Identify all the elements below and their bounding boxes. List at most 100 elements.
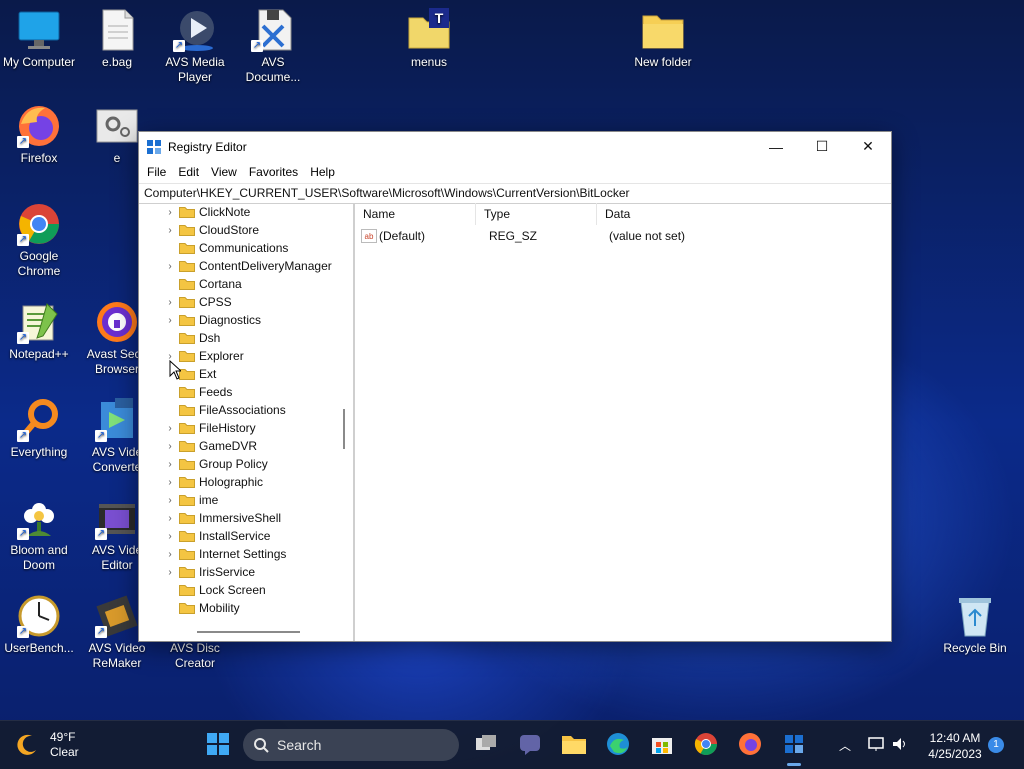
desktop-icon-userbench[interactable]: ↗ UserBench... <box>0 594 78 656</box>
desktop-icon-recycle-bin[interactable]: Recycle Bin <box>936 594 1014 656</box>
tree-item[interactable]: › Holographic <box>139 473 353 491</box>
folder-icon <box>179 584 195 596</box>
firefox-taskbar-button[interactable] <box>734 721 766 769</box>
avast-browser-icon <box>95 300 139 344</box>
tree-item[interactable]: › InstallService <box>139 527 353 545</box>
title-bar[interactable]: Registry Editor — ☐ ✕ <box>139 132 891 161</box>
taskbar-search[interactable]: Search <box>243 729 459 761</box>
desktop-icon-label: My Computer <box>2 55 76 69</box>
close-button[interactable]: ✕ <box>845 132 891 161</box>
tree-item[interactable]: › IrisService <box>139 563 353 581</box>
network-button[interactable] <box>866 721 886 769</box>
value-row[interactable]: ab (Default) REG_SZ (value not set) <box>355 225 891 247</box>
column-header-name[interactable]: Name <box>355 203 476 225</box>
desktop-icon-firefox[interactable]: ↗ Firefox <box>0 104 78 166</box>
start-button[interactable] <box>200 721 236 769</box>
chevron-right-icon[interactable]: › <box>163 441 177 452</box>
show-hidden-icons-button[interactable]: ︿ <box>836 721 854 769</box>
chevron-right-icon[interactable]: › <box>163 531 177 542</box>
desktop-icon-avs-media-player[interactable]: ↗ AVS Media Player <box>156 8 234 85</box>
folder-icon <box>179 440 195 452</box>
registry-editor-taskbar-button[interactable] <box>778 721 810 769</box>
address-bar[interactable]: Computer\HKEY_CURRENT_USER\Software\Micr… <box>139 183 891 204</box>
chevron-right-icon[interactable]: › <box>163 567 177 578</box>
volume-button[interactable] <box>890 721 910 769</box>
chevron-right-icon[interactable]: › <box>163 225 177 236</box>
weather-widget[interactable]: 49°F Clear <box>14 721 104 769</box>
desktop-icon-notepad-plus-plus[interactable]: ↗ Notepad++ <box>0 300 78 362</box>
tree-item[interactable]: › ContentDeliveryManager <box>139 257 353 275</box>
maximize-button[interactable]: ☐ <box>799 132 845 161</box>
chevron-right-icon[interactable]: › <box>163 549 177 560</box>
tree-item-label: Group Policy <box>199 457 268 471</box>
menu-bar: File Edit View Favorites Help <box>139 161 891 183</box>
menu-favorites[interactable]: Favorites <box>243 165 304 179</box>
desktop-icon-new-folder[interactable]: New folder <box>624 8 702 70</box>
tree-item[interactable]: › ClickNote <box>139 203 353 221</box>
registry-editor-window[interactable]: Registry Editor — ☐ ✕ File Edit View Fav… <box>138 131 892 642</box>
tree-item-label: InstallService <box>199 529 271 543</box>
chevron-right-icon[interactable]: › <box>163 459 177 470</box>
tree-item[interactable]: › CloudStore <box>139 221 353 239</box>
tree-item[interactable]: › Diagnostics <box>139 311 353 329</box>
edge-button[interactable] <box>602 721 634 769</box>
notification-badge[interactable]: 1 <box>988 721 1004 769</box>
desktop-icon-bloom-and-doom[interactable]: ↗ Bloom and Doom <box>0 496 78 573</box>
column-header-type[interactable]: Type <box>476 203 597 225</box>
tree-item[interactable]: Mobility <box>139 599 353 617</box>
tree-item[interactable]: › Group Policy <box>139 455 353 473</box>
tree-item[interactable]: › Internet Settings <box>139 545 353 563</box>
chevron-right-icon[interactable]: › <box>163 477 177 488</box>
chevron-right-icon[interactable]: › <box>163 423 177 434</box>
menu-file[interactable]: File <box>141 165 172 179</box>
tree-item[interactable]: Feeds <box>139 383 353 401</box>
svg-text:ab: ab <box>365 232 374 241</box>
tree-item[interactable]: › GameDVR <box>139 437 353 455</box>
values-list[interactable]: Name Type Data ab (Default) REG_SZ (valu… <box>354 203 891 641</box>
menu-view[interactable]: View <box>205 165 243 179</box>
desktop-icon-everything[interactable]: ↗ Everything <box>0 398 78 460</box>
chevron-right-icon[interactable]: › <box>163 207 177 218</box>
tree-horizontal-scrollbar[interactable] <box>197 631 300 633</box>
folder-icon <box>179 242 195 254</box>
tree-item[interactable]: Cortana <box>139 275 353 293</box>
menu-help[interactable]: Help <box>304 165 341 179</box>
stopwatch-icon: ↗ <box>17 594 61 638</box>
file-explorer-button[interactable] <box>558 721 590 769</box>
desktop-icon-menus[interactable]: T menus <box>390 8 468 70</box>
tree-item[interactable]: › ImmersiveShell <box>139 509 353 527</box>
minimize-button[interactable]: — <box>753 132 799 161</box>
desktop-icon-avs-document[interactable]: ↗ AVS Docume... <box>234 8 312 85</box>
task-view-button[interactable] <box>470 721 502 769</box>
key-tree[interactable]: › ClickNote › CloudStore Communications › Cont… <box>139 203 354 641</box>
chevron-right-icon[interactable]: › <box>163 495 177 506</box>
chevron-right-icon[interactable]: › <box>163 297 177 308</box>
tree-item[interactable]: FileAssociations <box>139 401 353 419</box>
column-header-data[interactable]: Data <box>597 203 885 225</box>
chevron-right-icon[interactable]: › <box>163 315 177 326</box>
teams-chat-button[interactable] <box>514 721 546 769</box>
menu-edit[interactable]: Edit <box>172 165 205 179</box>
desktop-icon-e-bag[interactable]: e.bag <box>78 8 156 70</box>
folder-icon <box>179 278 195 290</box>
tree-item[interactable]: Communications <box>139 239 353 257</box>
desktop-icon-google-chrome[interactable]: ↗ Google Chrome <box>0 202 78 279</box>
tree-item[interactable]: › CPSS <box>139 293 353 311</box>
folder-icon <box>179 224 195 236</box>
desktop-icon-label: Recycle Bin <box>943 641 1007 655</box>
folder-icon <box>561 733 587 758</box>
tree-item[interactable]: › FileHistory <box>139 419 353 437</box>
tree-item[interactable]: Dsh <box>139 329 353 347</box>
desktop-icon-my-computer[interactable]: My Computer <box>0 8 78 70</box>
store-button[interactable] <box>646 721 678 769</box>
tree-vertical-scrollbar[interactable] <box>343 409 345 449</box>
folder-icon <box>179 422 195 434</box>
chevron-right-icon[interactable]: › <box>163 513 177 524</box>
chevron-right-icon[interactable]: › <box>163 261 177 272</box>
clock[interactable]: 12:40 AM 4/25/2023 <box>916 730 994 762</box>
chrome-taskbar-button[interactable] <box>690 721 722 769</box>
tree-item[interactable]: Lock Screen <box>139 581 353 599</box>
tree-item[interactable]: › ime <box>139 491 353 509</box>
value-data: (value not set) <box>609 229 686 243</box>
desktop-icon-label: Bloom and Doom <box>10 543 68 572</box>
